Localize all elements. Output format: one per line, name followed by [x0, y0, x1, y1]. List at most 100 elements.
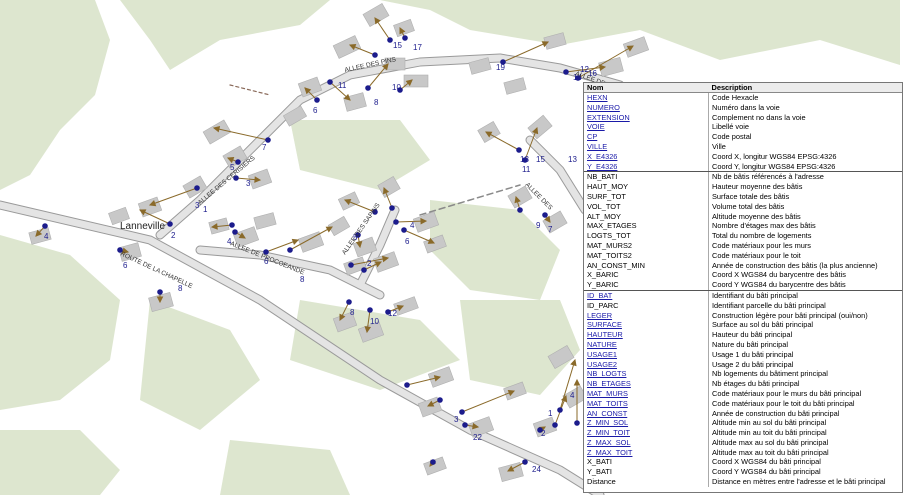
field-name[interactable]: VILLE [584, 141, 709, 152]
address-point[interactable] [348, 262, 354, 268]
house-number: 2 [367, 259, 372, 268]
field-name[interactable]: NUMERO [584, 102, 709, 113]
address-point[interactable] [516, 147, 522, 153]
field-name[interactable]: VOIE [584, 122, 709, 133]
field-name[interactable]: HAUTEUR [584, 330, 709, 340]
field-name[interactable]: NB_LOGTS [584, 369, 709, 380]
address-point[interactable] [393, 219, 399, 225]
field-link[interactable]: LEGER [587, 311, 612, 320]
field-link[interactable]: NATURE [587, 340, 617, 349]
table-row: VILLE Ville [584, 141, 902, 152]
field-name: ALT_MOY [584, 211, 709, 222]
field-link[interactable]: VOIE [587, 122, 605, 131]
address-point[interactable] [402, 35, 408, 41]
address-point[interactable] [365, 85, 371, 91]
field-link[interactable]: HAUTEUR [587, 330, 623, 339]
field-name[interactable]: Z_MAX_SOL [584, 437, 709, 448]
field-name[interactable]: Z_MAX_TOIT [584, 447, 709, 458]
field-name[interactable]: SURFACE [584, 320, 709, 331]
field-name: MAT_MURS2 [584, 240, 709, 251]
field-name[interactable]: USAGE1 [584, 349, 709, 360]
field-link[interactable]: VILLE [587, 142, 607, 151]
field-link[interactable]: USAGE2 [587, 360, 617, 369]
field-link[interactable]: MAT_TOITS [587, 399, 628, 408]
field-name[interactable]: NB_ETAGES [584, 379, 709, 389]
address-point[interactable] [401, 227, 407, 233]
address-point[interactable] [229, 222, 235, 228]
field-name[interactable]: EXTENSION [584, 112, 709, 123]
field-link[interactable]: NB_LOGTS [587, 369, 626, 378]
address-point[interactable] [265, 137, 271, 143]
field-name[interactable]: Z_MIN_TOIT [584, 428, 709, 438]
field-link[interactable]: ID_BAT [587, 291, 612, 300]
field-link[interactable]: USAGE1 [587, 350, 617, 359]
field-link[interactable]: Z_MIN_SOL [587, 418, 628, 427]
table-row: HEXN Code Hexacle [584, 92, 902, 103]
table-row: X_BARIC Coord X WGS84 du barycentre des b… [584, 270, 902, 281]
address-point[interactable] [462, 422, 468, 428]
field-description: Année de construction du bâti principal [712, 408, 840, 418]
field-link[interactable]: HEXN [587, 93, 608, 102]
field-name[interactable]: NATURE [584, 339, 709, 350]
address-point[interactable] [522, 459, 528, 465]
address-point[interactable] [327, 79, 333, 85]
address-point[interactable] [361, 267, 367, 273]
field-link[interactable]: EXTENSION [587, 113, 630, 122]
field-name[interactable]: Y_E4326 [584, 161, 709, 173]
address-point[interactable] [459, 409, 465, 415]
address-point[interactable] [167, 221, 173, 227]
field-link[interactable]: Z_MIN_TOIT [587, 428, 630, 437]
table-row: MAT_MURS Code matériaux pour le murs du b… [584, 388, 902, 399]
address-point[interactable] [574, 420, 580, 426]
address-point[interactable] [367, 307, 373, 313]
field-link[interactable]: Z_MAX_SOL [587, 438, 631, 447]
address-point[interactable] [563, 69, 569, 75]
field-link[interactable]: NUMERO [587, 103, 620, 112]
field-link[interactable]: NB_ETAGES [587, 379, 631, 388]
field-label: Y_BATI [587, 467, 612, 477]
address-point[interactable] [314, 97, 320, 103]
address-point[interactable] [542, 212, 548, 218]
address-point[interactable] [194, 185, 200, 191]
field-name[interactable]: Z_MIN_SOL [584, 418, 709, 429]
field-name[interactable]: USAGE2 [584, 359, 709, 370]
field-label: SURF_TOT [587, 191, 626, 201]
address-point[interactable] [557, 407, 563, 413]
address-point[interactable] [404, 382, 410, 388]
field-name[interactable]: HEXN [584, 92, 709, 103]
field-description: Numéro dans la voie [712, 102, 780, 112]
field-name[interactable]: AN_CONST [584, 408, 709, 419]
field-description: Code matériaux pour les murs [712, 240, 811, 250]
address-point[interactable] [552, 422, 558, 428]
field-link[interactable]: SURFACE [587, 320, 622, 329]
field-link[interactable]: Y_E4326 [587, 162, 617, 171]
field-link[interactable]: MAT_MURS [587, 389, 628, 398]
field-name: MAX_ETAGES [584, 221, 709, 232]
field-label: Y_BARIC [587, 280, 619, 290]
field-link[interactable]: AN_CONST [587, 409, 627, 418]
field-name[interactable]: MAT_TOITS [584, 398, 709, 409]
field-name[interactable]: ID_BAT [584, 290, 709, 301]
address-point[interactable] [387, 37, 393, 43]
address-point[interactable] [42, 223, 48, 229]
field-link[interactable]: X_E4326 [587, 152, 617, 161]
field-description: Altitude max au sol du bâti principal [712, 437, 829, 447]
field-description: Coord Y, longitur WGS84 EPSG:4326 [708, 161, 902, 173]
field-link[interactable]: Z_MAX_TOIT [587, 448, 632, 457]
address-point[interactable] [372, 52, 378, 58]
address-point[interactable] [430, 459, 436, 465]
table-row: SURF_TOT Surface totale des bâtis [584, 191, 902, 202]
field-name[interactable]: X_E4326 [584, 151, 709, 162]
address-point[interactable] [287, 247, 293, 253]
field-description: Coord X WGS84 du barycentre des bâtis [712, 270, 846, 280]
address-point[interactable] [346, 299, 352, 305]
address-point[interactable] [517, 207, 523, 213]
address-point[interactable] [437, 397, 443, 403]
field-name[interactable]: MAT_MURS [584, 388, 709, 399]
field-link[interactable]: CP [587, 132, 597, 141]
address-point[interactable] [232, 229, 238, 235]
field-name[interactable]: LEGER [584, 310, 709, 321]
address-point[interactable] [157, 289, 163, 295]
field-name[interactable]: CP [584, 132, 709, 142]
address-point[interactable] [389, 205, 395, 211]
